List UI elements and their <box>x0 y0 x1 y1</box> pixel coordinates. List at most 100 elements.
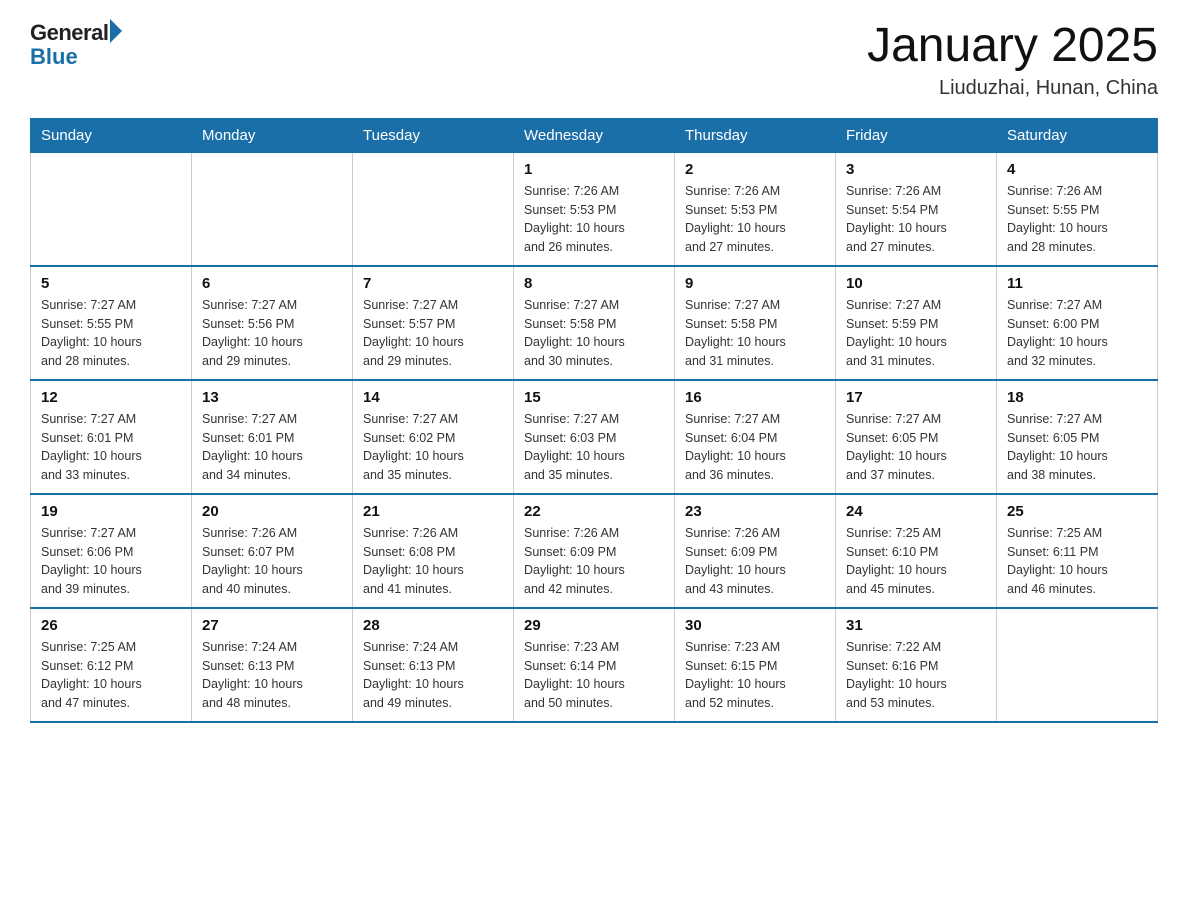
calendar-day-cell: 5 Sunrise: 7:27 AM Sunset: 5:55 PM Daylig… <box>31 266 192 380</box>
day-number: 15 <box>524 389 664 406</box>
calendar-day-cell: 1 Sunrise: 7:26 AM Sunset: 5:53 PM Daylig… <box>514 152 675 266</box>
day-number: 4 <box>1007 161 1147 178</box>
logo-general-text: General <box>30 20 108 46</box>
day-info: Sunrise: 7:26 AM Sunset: 5:53 PM Dayligh… <box>685 182 825 257</box>
day-number: 10 <box>846 275 986 292</box>
calendar-day-cell: 15 Sunrise: 7:27 AM Sunset: 6:03 PM Dayli… <box>514 380 675 494</box>
calendar-day-header: Thursday <box>675 118 836 152</box>
day-number: 26 <box>41 617 181 634</box>
day-number: 7 <box>363 275 503 292</box>
calendar-day-cell: 24 Sunrise: 7:25 AM Sunset: 6:10 PM Dayli… <box>836 494 997 608</box>
day-number: 1 <box>524 161 664 178</box>
calendar-day-header: Friday <box>836 118 997 152</box>
calendar-day-cell: 18 Sunrise: 7:27 AM Sunset: 6:05 PM Dayli… <box>997 380 1158 494</box>
day-info: Sunrise: 7:26 AM Sunset: 5:54 PM Dayligh… <box>846 182 986 257</box>
day-number: 31 <box>846 617 986 634</box>
calendar-day-cell: 7 Sunrise: 7:27 AM Sunset: 5:57 PM Daylig… <box>353 266 514 380</box>
day-info: Sunrise: 7:25 AM Sunset: 6:12 PM Dayligh… <box>41 638 181 713</box>
day-number: 8 <box>524 275 664 292</box>
calendar-day-header: Saturday <box>997 118 1158 152</box>
calendar-day-cell: 31 Sunrise: 7:22 AM Sunset: 6:16 PM Dayli… <box>836 608 997 722</box>
day-number: 29 <box>524 617 664 634</box>
day-info: Sunrise: 7:27 AM Sunset: 5:57 PM Dayligh… <box>363 296 503 371</box>
day-number: 17 <box>846 389 986 406</box>
day-info: Sunrise: 7:25 AM Sunset: 6:10 PM Dayligh… <box>846 524 986 599</box>
day-info: Sunrise: 7:27 AM Sunset: 5:59 PM Dayligh… <box>846 296 986 371</box>
day-number: 14 <box>363 389 503 406</box>
calendar-day-cell: 16Sunrise: 7:27 AM Sunset: 6:04 PM Dayli… <box>675 380 836 494</box>
day-number: 5 <box>41 275 181 292</box>
day-info: Sunrise: 7:27 AM Sunset: 6:04 PM Dayligh… <box>685 410 825 485</box>
calendar-day-cell: 10 Sunrise: 7:27 AM Sunset: 5:59 PM Dayli… <box>836 266 997 380</box>
day-number: 19 <box>41 503 181 520</box>
day-info: Sunrise: 7:26 AM Sunset: 6:09 PM Dayligh… <box>524 524 664 599</box>
day-info: Sunrise: 7:27 AM Sunset: 6:02 PM Dayligh… <box>363 410 503 485</box>
day-number: 12 <box>41 389 181 406</box>
calendar-day-cell <box>31 152 192 266</box>
day-number: 9 <box>685 275 825 292</box>
day-number: 13 <box>202 389 342 406</box>
day-info: Sunrise: 7:27 AM Sunset: 6:06 PM Dayligh… <box>41 524 181 599</box>
calendar-day-cell <box>353 152 514 266</box>
day-number: 25 <box>1007 503 1147 520</box>
day-info: Sunrise: 7:27 AM Sunset: 6:05 PM Dayligh… <box>1007 410 1147 485</box>
calendar-day-cell: 6Sunrise: 7:27 AM Sunset: 5:56 PM Daylig… <box>192 266 353 380</box>
day-info: Sunrise: 7:22 AM Sunset: 6:16 PM Dayligh… <box>846 638 986 713</box>
calendar-table: SundayMondayTuesdayWednesdayThursdayFrid… <box>30 118 1158 723</box>
logo: General Blue <box>30 20 122 70</box>
logo-blue-text: Blue <box>30 44 122 70</box>
calendar-header-row: SundayMondayTuesdayWednesdayThursdayFrid… <box>31 118 1158 152</box>
day-info: Sunrise: 7:27 AM Sunset: 6:05 PM Dayligh… <box>846 410 986 485</box>
calendar-day-cell <box>997 608 1158 722</box>
calendar-day-cell: 30Sunrise: 7:23 AM Sunset: 6:15 PM Dayli… <box>675 608 836 722</box>
day-info: Sunrise: 7:27 AM Sunset: 5:55 PM Dayligh… <box>41 296 181 371</box>
day-number: 27 <box>202 617 342 634</box>
day-info: Sunrise: 7:27 AM Sunset: 6:03 PM Dayligh… <box>524 410 664 485</box>
calendar-day-header: Monday <box>192 118 353 152</box>
calendar-day-cell: 19 Sunrise: 7:27 AM Sunset: 6:06 PM Dayli… <box>31 494 192 608</box>
day-info: Sunrise: 7:26 AM Sunset: 6:09 PM Dayligh… <box>685 524 825 599</box>
calendar-week-row: 19 Sunrise: 7:27 AM Sunset: 6:06 PM Dayli… <box>31 494 1158 608</box>
day-info: Sunrise: 7:27 AM Sunset: 5:58 PM Dayligh… <box>524 296 664 371</box>
day-info: Sunrise: 7:26 AM Sunset: 5:55 PM Dayligh… <box>1007 182 1147 257</box>
day-info: Sunrise: 7:26 AM Sunset: 6:08 PM Dayligh… <box>363 524 503 599</box>
calendar-day-cell: 23 Sunrise: 7:26 AM Sunset: 6:09 PM Dayli… <box>675 494 836 608</box>
calendar-day-cell: 28 Sunrise: 7:24 AM Sunset: 6:13 PM Dayli… <box>353 608 514 722</box>
calendar-day-cell: 22 Sunrise: 7:26 AM Sunset: 6:09 PM Dayli… <box>514 494 675 608</box>
calendar-day-cell: 4 Sunrise: 7:26 AM Sunset: 5:55 PM Daylig… <box>997 152 1158 266</box>
title-block: January 2025 Liuduzhai, Hunan, China <box>867 20 1158 100</box>
day-number: 23 <box>685 503 825 520</box>
calendar-day-cell: 26 Sunrise: 7:25 AM Sunset: 6:12 PM Dayli… <box>31 608 192 722</box>
calendar-day-cell: 25Sunrise: 7:25 AM Sunset: 6:11 PM Dayli… <box>997 494 1158 608</box>
calendar-day-cell: 17 Sunrise: 7:27 AM Sunset: 6:05 PM Dayli… <box>836 380 997 494</box>
day-info: Sunrise: 7:26 AM Sunset: 5:53 PM Dayligh… <box>524 182 664 257</box>
day-number: 24 <box>846 503 986 520</box>
calendar-day-cell: 29Sunrise: 7:23 AM Sunset: 6:14 PM Dayli… <box>514 608 675 722</box>
day-number: 2 <box>685 161 825 178</box>
page-header: General Blue January 2025 Liuduzhai, Hun… <box>30 20 1158 100</box>
day-number: 21 <box>363 503 503 520</box>
calendar-subtitle: Liuduzhai, Hunan, China <box>867 77 1158 100</box>
calendar-week-row: 26 Sunrise: 7:25 AM Sunset: 6:12 PM Dayli… <box>31 608 1158 722</box>
calendar-day-cell: 12Sunrise: 7:27 AM Sunset: 6:01 PM Dayli… <box>31 380 192 494</box>
day-number: 22 <box>524 503 664 520</box>
day-info: Sunrise: 7:24 AM Sunset: 6:13 PM Dayligh… <box>363 638 503 713</box>
calendar-day-cell: 27Sunrise: 7:24 AM Sunset: 6:13 PM Dayli… <box>192 608 353 722</box>
calendar-day-cell <box>192 152 353 266</box>
calendar-week-row: 5 Sunrise: 7:27 AM Sunset: 5:55 PM Daylig… <box>31 266 1158 380</box>
day-info: Sunrise: 7:27 AM Sunset: 5:56 PM Dayligh… <box>202 296 342 371</box>
calendar-week-row: 12Sunrise: 7:27 AM Sunset: 6:01 PM Dayli… <box>31 380 1158 494</box>
calendar-day-cell: 14 Sunrise: 7:27 AM Sunset: 6:02 PM Dayli… <box>353 380 514 494</box>
calendar-week-row: 1 Sunrise: 7:26 AM Sunset: 5:53 PM Daylig… <box>31 152 1158 266</box>
calendar-day-header: Sunday <box>31 118 192 152</box>
day-info: Sunrise: 7:23 AM Sunset: 6:15 PM Dayligh… <box>685 638 825 713</box>
calendar-day-cell: 13Sunrise: 7:27 AM Sunset: 6:01 PM Dayli… <box>192 380 353 494</box>
calendar-title: January 2025 <box>867 20 1158 73</box>
calendar-day-cell: 8 Sunrise: 7:27 AM Sunset: 5:58 PM Daylig… <box>514 266 675 380</box>
day-info: Sunrise: 7:27 AM Sunset: 5:58 PM Dayligh… <box>685 296 825 371</box>
day-number: 28 <box>363 617 503 634</box>
calendar-day-header: Wednesday <box>514 118 675 152</box>
calendar-day-cell: 11Sunrise: 7:27 AM Sunset: 6:00 PM Dayli… <box>997 266 1158 380</box>
day-number: 3 <box>846 161 986 178</box>
day-number: 18 <box>1007 389 1147 406</box>
